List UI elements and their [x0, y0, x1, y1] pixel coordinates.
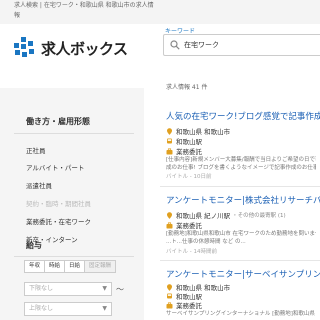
job-title-link[interactable]: アンケートモニター|株式会社リサーチパネル [166, 194, 320, 206]
tab-annual[interactable]: 年収 [24, 260, 46, 273]
briefcase-icon [166, 221, 173, 229]
job-station: 和歌山駅 [166, 136, 320, 146]
tab-fixed-fee: 固定報酬 [84, 260, 117, 273]
filter-contract: 契約・臨時・期間社員 [26, 200, 91, 208]
result-divider [160, 260, 320, 261]
job-source: バイトル - 14時間前 [166, 249, 217, 255]
job-description: [仕事内容]新規メンバー大募集/報酬で当日よりご希望の日で可能です [166, 157, 316, 163]
location-pin-icon [166, 127, 173, 135]
chevron-down-icon: ▼ [102, 285, 107, 292]
filter-full-time[interactable]: 正社員 [26, 145, 46, 155]
filter-dispatch[interactable]: 派遣社員 [26, 180, 52, 190]
search-icon [170, 40, 180, 50]
site-logo[interactable]: 求人ボックス [14, 36, 128, 60]
job-description: 成のお仕事! ブログを書くようなイメージで記事作成のお仕事です [166, 165, 316, 171]
section-divider [14, 133, 134, 134]
range-separator: 〜 [116, 285, 124, 294]
wage-section-title: 給与 [26, 241, 42, 250]
wage-min-select[interactable]: 下限なし ▼ [24, 282, 112, 296]
wage-min-placeholder: 下限なし [29, 285, 54, 292]
briefcase-icon [166, 147, 173, 155]
job-location: 和歌山県 紀ノ川駅 ・その他の最寄駅 (1) [166, 210, 320, 220]
train-icon [166, 293, 173, 300]
tab-hourly[interactable]: 時給 [44, 260, 66, 273]
employment-section-title: 働き方・雇用形態 [26, 117, 90, 126]
section-divider [14, 256, 134, 257]
breadcrumb: 求人検索 | 在宅ワーク・和歌山県 和歌山市の求人情報 [14, 2, 154, 19]
logo-mark-icon [14, 37, 38, 59]
keyword-input[interactable] [184, 38, 314, 52]
job-type: 業務委託 [166, 300, 320, 310]
wage-type-tabs: 年収 時給 日給 固定報酬 [24, 260, 117, 273]
chevron-down-icon: ▼ [102, 305, 107, 312]
job-title-link[interactable]: アンケートモニター|サーベイサンプリング [166, 268, 320, 280]
result-divider [160, 186, 320, 187]
filter-outsourcing[interactable]: 業務委託・在宅ワーク [26, 216, 91, 226]
result-count: 求人情報 41 件 [166, 84, 208, 91]
filter-part-time[interactable]: アルバイト・パート [26, 162, 84, 172]
location-pin-icon [166, 283, 173, 291]
job-description: ...ト...仕事の休憩時間 など の... [166, 239, 246, 245]
job-type: 業務委託 [166, 146, 320, 156]
job-title-link[interactable]: 人気の在宅ワーク!ブログ感覚で記事作成 [166, 110, 320, 122]
tab-daily[interactable]: 日給 [64, 260, 86, 273]
wage-max-placeholder: 上限なし [29, 305, 54, 312]
job-type: 業務委託 [166, 220, 320, 230]
train-icon [166, 138, 173, 145]
logo-text: 求人ボックス [41, 39, 128, 58]
job-description: [勤務地]和歌山県和歌山市 在宅ワークのため勤務地を問いません [166, 231, 316, 237]
wage-max-select[interactable]: 上限なし ▼ [24, 302, 112, 316]
briefcase-icon [166, 301, 173, 309]
location-pin-icon [166, 211, 173, 219]
job-location: 和歌山県 和歌山市 [166, 126, 320, 136]
job-source: バイトル - 10日前 [166, 174, 212, 180]
keyword-search-box[interactable] [163, 34, 320, 56]
job-description: サーベイサンプリングインターナショナル [勤務地]和歌山県 和歌山市 [166, 311, 316, 317]
top-breadcrumb-bar: 求人検索 | 在宅ワーク・和歌山県 和歌山市の求人情報 [0, 0, 320, 24]
